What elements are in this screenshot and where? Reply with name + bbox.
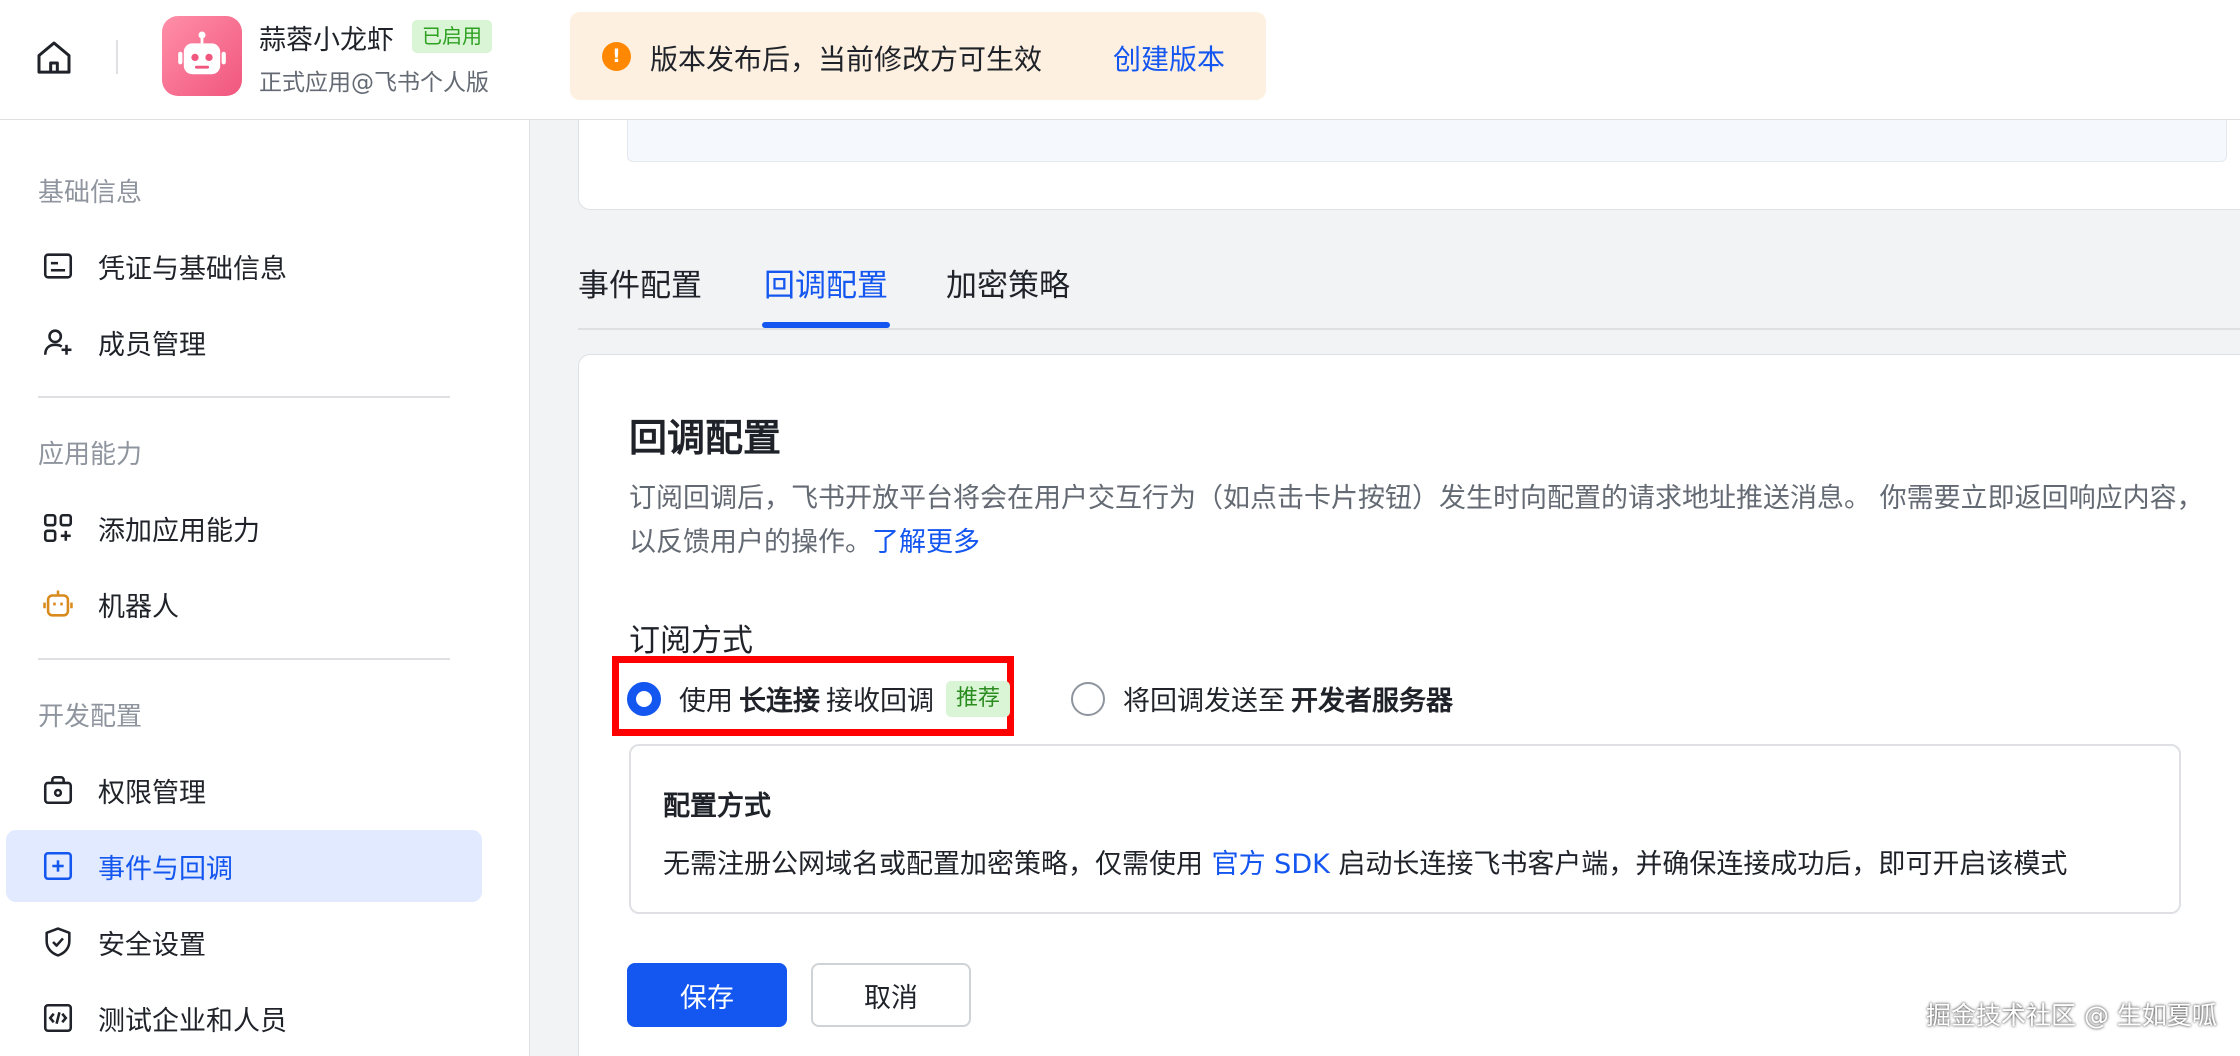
save-button[interactable]: 保存 [627,963,787,1027]
config-method-box: 配置方式 无需注册公网域名或配置加密策略，仅需使用 官方 SDK 启动长连接飞书… [629,744,2181,914]
header-divider [116,40,118,74]
previous-section-inner [627,120,2227,162]
tab-encryption-policy[interactable]: 加密策略 [946,260,1070,330]
add-capability-icon [38,508,78,548]
sidebar-item-members[interactable]: 成员管理 [6,306,482,378]
previous-section-card [578,120,2240,210]
sidebar-item-security[interactable]: 安全设置 [6,906,482,978]
app-name: 蒜蓉小龙虾 [259,25,394,56]
radio-label-developer-server: 将回调发送至 开发者服务器 [1123,686,1453,717]
robot-avatar-icon [178,31,226,75]
app-subtitle: 正式应用@飞书个人版 [259,70,489,96]
official-sdk-link[interactable]: 官方 SDK [1212,849,1330,880]
section-title-capability: 应用能力 [38,440,143,470]
radio-button-selected[interactable] [627,681,661,716]
cancel-button[interactable]: 取消 [811,963,971,1027]
sidebar-item-events-callbacks[interactable]: 事件与回调 [6,830,482,902]
config-method-title: 配置方式 [663,791,771,822]
sidebar-item-label: 添加应用能力 [98,515,260,547]
callback-description: 订阅回调后，飞书开放平台将会在用户交互行为（如点击卡片按钮）发生时向配置的请求地… [629,477,2209,565]
callback-description-text: 订阅回调后，飞书开放平台将会在用户交互行为（如点击卡片按钮）发生时向配置的请求地… [629,483,2204,558]
config-tabs: 事件配置 回调配置 加密策略 [578,248,2240,330]
callback-config-card: 回调配置 订阅回调后，飞书开放平台将会在用户交互行为（如点击卡片按钮）发生时向配… [578,354,2240,1056]
page-title: 回调配置 [629,416,782,460]
sidebar-item-credentials[interactable]: 凭证与基础信息 [6,230,482,302]
sidebar-item-permissions[interactable]: 权限管理 [6,754,482,826]
top-header: 蒜蓉小龙虾 已启用 正式应用@飞书个人版 ! 版本发布后，当前修改方可生效 创建… [0,0,2240,120]
sidebar-item-label: 测试企业和人员 [98,1005,287,1037]
sidebar-item-label: 安全设置 [98,929,206,961]
sidebar-divider [38,396,450,398]
add-member-icon [38,322,78,362]
radio-long-connection[interactable]: 使用 长连接 接收回调 推荐 [627,679,1011,718]
app-status-badge: 已启用 [412,20,492,53]
radio-developer-server[interactable]: 将回调发送至 开发者服务器 [1071,679,1459,718]
sidebar-item-add-capability[interactable]: 添加应用能力 [6,492,482,564]
notice-text: 版本发布后，当前修改方可生效 [650,43,1043,76]
subscribe-method-title: 订阅方式 [629,623,753,659]
event-callback-icon [38,846,78,886]
learn-more-link[interactable]: 了解更多 [872,527,980,558]
sidebar-item-label: 成员管理 [98,329,206,361]
sidebar-item-label: 机器人 [98,591,179,623]
code-icon [38,998,78,1038]
robot-icon [38,584,78,624]
sidebar-divider [38,658,450,660]
permission-icon [38,770,78,810]
sidebar: 基础信息 凭证与基础信息 成员管理 应用能力 添加应用能力 机器人 开发配置 权… [0,120,530,1056]
watermark-text: 掘金技术社区 @ 生如夏呱 [1926,1001,2217,1030]
section-title-basic: 基础信息 [38,178,143,208]
warning-icon: ! [602,42,631,71]
radio-button-unselected[interactable] [1071,681,1105,716]
create-version-link[interactable]: 创建版本 [1113,38,1225,78]
tab-event-config[interactable]: 事件配置 [578,260,702,330]
version-notice-banner: ! 版本发布后，当前修改方可生效 创建版本 [570,12,1266,100]
sidebar-item-robot[interactable]: 机器人 [6,568,482,640]
sidebar-item-label: 权限管理 [98,777,206,809]
sidebar-item-label: 凭证与基础信息 [98,253,287,285]
section-title-dev: 开发配置 [38,702,143,732]
credential-icon [38,246,78,286]
config-method-description: 无需注册公网域名或配置加密策略，仅需使用 官方 SDK 启动长连接飞书客户端，并… [663,849,2068,880]
shield-icon [38,922,78,962]
tab-callback-config[interactable]: 回调配置 [764,260,888,330]
sidebar-item-label: 事件与回调 [98,853,233,885]
recommended-badge: 推荐 [946,680,1011,717]
app-avatar[interactable] [162,16,242,96]
active-tab-indicator [762,322,890,328]
home-icon[interactable] [30,34,78,82]
sidebar-item-test-org[interactable]: 测试企业和人员 [6,982,482,1054]
radio-label-long-connection: 使用 长连接 接收回调 [679,686,934,717]
